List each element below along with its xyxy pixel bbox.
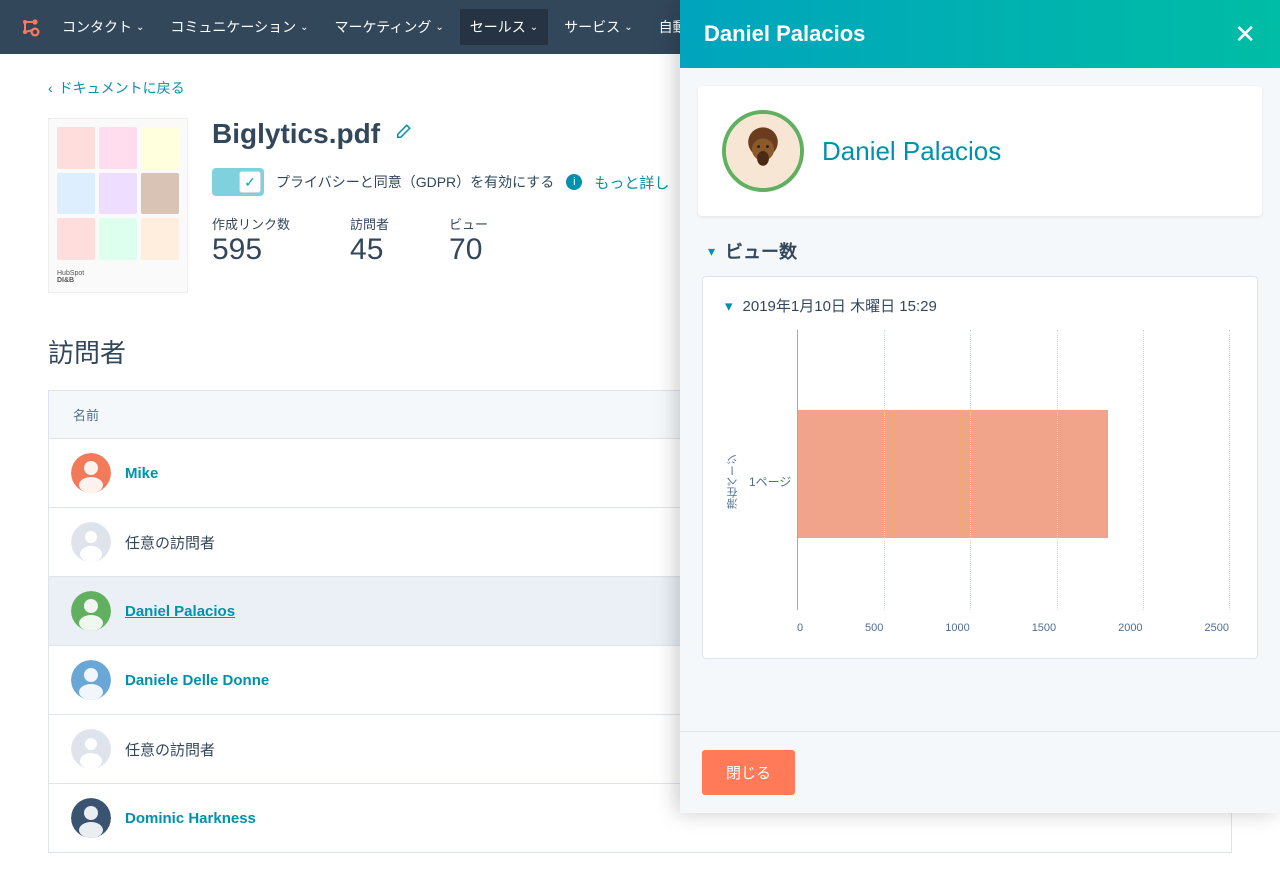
plot-area (797, 330, 1229, 610)
avatar (71, 522, 111, 562)
stat-label: 訪問者 (350, 214, 389, 233)
visitor-name: 任意の訪問者 (125, 532, 215, 553)
x-tick-label: 1500 (1032, 622, 1056, 634)
views-section-toggle[interactable]: ▾ ビュー数 (698, 216, 1262, 276)
nav-items: コンタクト⌄コミュニケーション⌄マーケティング⌄セールス⌄サービス⌄自動化⌄レポ… (52, 9, 789, 45)
chevron-down-icon: ▾ (708, 243, 715, 260)
grid-line (1057, 330, 1058, 610)
nav-item[interactable]: サービス ⌄ (554, 9, 642, 45)
close-button[interactable]: 閉じる (702, 750, 795, 795)
avatar (71, 453, 111, 493)
stat-value: 595 (212, 233, 290, 267)
nav-item[interactable]: マーケティング⌄ (325, 9, 454, 45)
nav-item-label: コンタクト (62, 17, 132, 37)
x-tick-label: 0 (797, 622, 803, 634)
chart-bar (798, 410, 1108, 538)
visitor-name[interactable]: Mike (125, 465, 158, 482)
nav-item[interactable]: セールス ⌄ (460, 9, 548, 45)
stat-label: ビュー (449, 214, 488, 233)
view-date-toggle[interactable]: ▾ 2019年1月10日 木曜日 15:29 (725, 295, 1235, 316)
document-thumbnail[interactable]: HubSpotDI&B (48, 118, 188, 293)
close-icon[interactable]: ✕ (1234, 19, 1256, 50)
contact-avatar (722, 110, 804, 192)
panel-body: Daniel Palacios ▾ ビュー数 ▾ 2019年1月10日 木曜日 … (680, 68, 1280, 731)
x-tick-label: 500 (865, 622, 883, 634)
panel-header: Daniel Palacios ✕ (680, 0, 1280, 68)
avatar (71, 729, 111, 769)
info-icon[interactable]: i (566, 174, 582, 190)
chevron-down-icon: ⌄ (435, 22, 443, 33)
nav-item-label: セールス (470, 17, 526, 37)
check-icon: ✓ (239, 171, 261, 193)
chart-card: ▾ 2019年1月10日 木曜日 15:29 滞在ページ 1ページ 0 500 10… (702, 276, 1258, 659)
chart-area: 滞在ページ 1ページ 0 500 1000 1500 2000 2500 (725, 330, 1235, 640)
visitor-name[interactable]: Daniele Delle Donne (125, 672, 269, 689)
chevron-down-icon: ▾ (725, 297, 733, 315)
contact-card: Daniel Palacios (698, 86, 1262, 216)
grid-line (884, 330, 885, 610)
document-title: Biglytics.pdf (212, 118, 380, 150)
x-tick-label: 2000 (1118, 622, 1142, 634)
nav-item-label: コミュニケーション (170, 17, 296, 37)
visitor-name: 任意の訪問者 (125, 739, 215, 760)
nav-item[interactable]: コンタクト ⌄ (52, 9, 154, 45)
chevron-left-icon: ‹ (48, 80, 53, 96)
chevron-down-icon: ⌄ (300, 22, 308, 33)
chevron-down-icon: ⌄ (136, 22, 144, 33)
avatar (71, 660, 111, 700)
back-link-label: ドキュメントに戻る (59, 78, 185, 98)
grid-line (970, 330, 971, 610)
visitor-name[interactable]: Daniel Palacios (125, 603, 235, 620)
view-date: 2019年1月10日 木曜日 15:29 (743, 295, 937, 316)
y-tick-label: 1ページ (749, 473, 791, 490)
visitor-detail-panel: Daniel Palacios ✕ Daniel Palacios ▾ ビュー数… (680, 0, 1280, 813)
nav-item[interactable]: コミュニケーション ⌄ (160, 9, 318, 45)
views-section-label: ビュー数 (725, 238, 797, 264)
x-tick-label: 1000 (945, 622, 969, 634)
grid-line (1229, 330, 1230, 610)
hubspot-logo[interactable] (16, 13, 44, 41)
stat: 訪問者45 (350, 214, 389, 267)
gdpr-toggle[interactable]: ✓ (212, 168, 264, 196)
panel-title: Daniel Palacios (704, 21, 865, 47)
grid-line (1143, 330, 1144, 610)
gdpr-label: プライバシーと同意（GDPR）を有効にする (276, 172, 554, 192)
avatar (71, 591, 111, 631)
nav-item-label: サービス (564, 17, 620, 37)
gdpr-more-link[interactable]: もっと詳し (594, 172, 669, 193)
stat-label: 作成リンク数 (212, 214, 290, 233)
chevron-down-icon: ⌄ (624, 22, 632, 33)
contact-name[interactable]: Daniel Palacios (822, 136, 1001, 167)
y-axis-label: 滞在ページ (725, 454, 741, 509)
thumbnail-brand: HubSpotDI&B (57, 264, 179, 284)
stat-value: 70 (449, 233, 488, 267)
avatar (71, 798, 111, 838)
stat: ビュー70 (449, 214, 488, 267)
stat-value: 45 (350, 233, 389, 267)
edit-icon[interactable] (394, 123, 412, 146)
visitor-name[interactable]: Dominic Harkness (125, 810, 256, 827)
x-axis: 0 500 1000 1500 2000 2500 (797, 622, 1229, 634)
panel-footer: 閉じる (680, 731, 1280, 813)
x-tick-label: 2500 (1204, 622, 1228, 634)
nav-item-label: マーケティング (335, 17, 432, 37)
stat: 作成リンク数595 (212, 214, 290, 267)
chevron-down-icon: ⌄ (530, 22, 538, 33)
